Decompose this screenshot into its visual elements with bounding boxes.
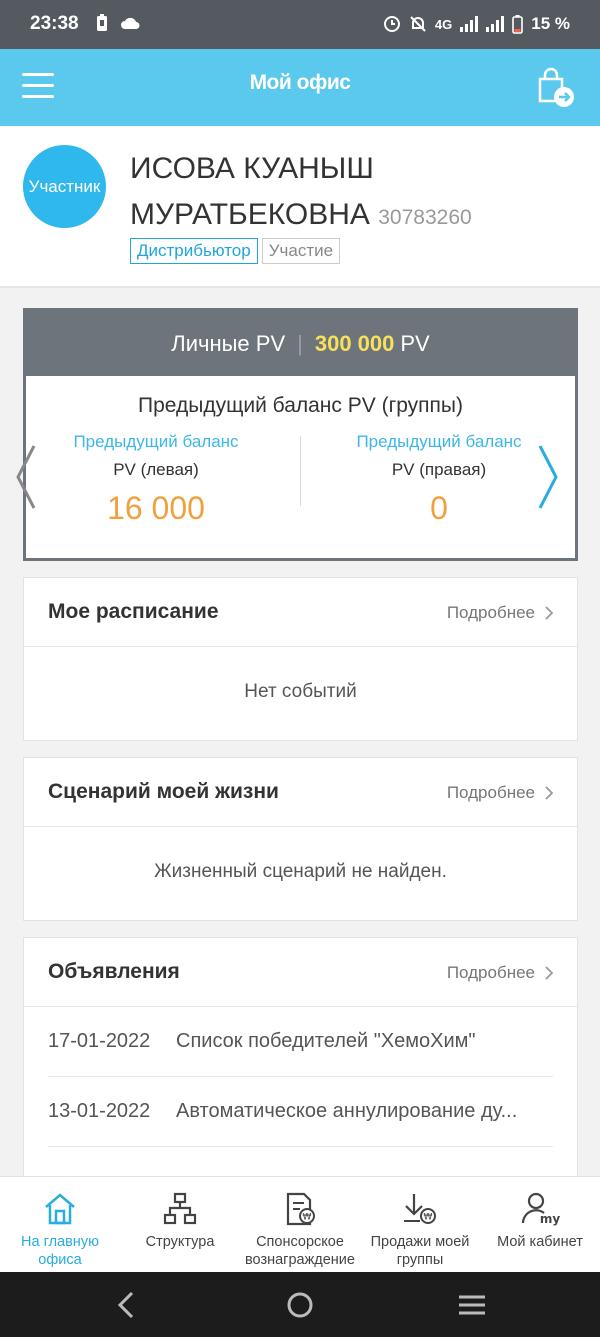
mute-bell-icon (409, 15, 427, 33)
chevron-right-icon (545, 966, 553, 980)
recent-apps-icon[interactable] (458, 1291, 486, 1324)
status-bar: 23:38 4G 15 % (0, 0, 600, 49)
structure-icon (163, 1192, 197, 1225)
schedule-more-link[interactable]: Подробнее (447, 603, 553, 623)
chevron-left-icon[interactable] (12, 440, 38, 519)
group-sales-icon: ₩ (404, 1194, 436, 1224)
page-title: Мой офис (249, 71, 351, 94)
pv-unit: PV (400, 330, 430, 356)
bottom-nav: На главную офиса Структура ₩ Спонсорское… (0, 1176, 600, 1272)
battery-icon (512, 14, 524, 34)
life-scenario-empty-text: Жизненный сценарий не найден. (154, 861, 447, 882)
divider: | (297, 330, 303, 356)
profile-name: ИСОВА КУАНЫШ МУРАТБЕКОВНА (130, 152, 374, 231)
personal-pv-label: Личные PV (171, 330, 286, 356)
chevron-right-icon (545, 786, 553, 800)
back-icon[interactable] (116, 1291, 136, 1324)
my-account-icon: my (521, 1192, 560, 1226)
schedule-title: Мое расписание (48, 600, 219, 623)
battery-saver-icon (96, 14, 108, 32)
nav-sponsor-reward-label: Спонсорское вознаграждение (245, 1234, 355, 1268)
status-badge: Участие (261, 238, 341, 264)
more-label: Подробнее (446, 783, 535, 802)
app-header: Мой офис (0, 49, 600, 126)
left-pv-sublabel: PV (левая) (113, 460, 199, 479)
pv-card: Личные PV | 300 000 PV Предыдущий баланс… (23, 308, 578, 561)
nav-my-account[interactable]: my Мой кабинет (480, 1177, 600, 1272)
status-time: 23:38 (30, 13, 79, 34)
home-circle-icon[interactable] (286, 1291, 314, 1324)
svg-text:my: my (540, 1212, 560, 1226)
svg-text:₩: ₩ (303, 1213, 312, 1223)
announcement-item[interactable]: 13-01-2022 Автоматическое аннулирование … (48, 1077, 553, 1147)
profile-name-block: ИСОВА КУАНЫШ МУРАТБЕКОВНА 30783260 (130, 146, 570, 241)
chevron-right-icon[interactable] (536, 440, 562, 519)
left-pv-value: 16 000 (107, 490, 205, 526)
schedule-header: Мое расписание Подробнее (24, 578, 577, 647)
left-pv-column: Предыдущий баланс PV (левая) 16 000 (26, 432, 286, 527)
nav-my-account-label: Мой кабинет (497, 1234, 583, 1250)
avatar-label: Участник (28, 176, 101, 196)
svg-text:₩: ₩ (424, 1213, 433, 1223)
announcement-date: 13-01-2022 (48, 1100, 151, 1122)
announcements-more-link[interactable]: Подробнее (447, 963, 553, 983)
sponsor-reward-icon: ₩ (286, 1192, 315, 1226)
personal-pv-header: Личные PV | 300 000 PV (26, 311, 575, 376)
schedule-empty-text: Нет событий (244, 681, 357, 702)
nav-group-sales[interactable]: ₩ Продажи моей группы (360, 1177, 480, 1272)
signal-icon-2 (486, 16, 505, 32)
announcement-title: Список победителей "ХемоХим" (176, 1030, 476, 1052)
group-pv-title: Предыдущий баланс PV (группы) (137, 394, 464, 417)
nav-home-label: На главную офиса (21, 1234, 99, 1268)
profile-badges: Дистрибьютор Участие (130, 238, 341, 264)
rank-badge: Дистрибьютор (130, 238, 258, 264)
member-id: 30783260 (378, 206, 472, 229)
left-pv-label: Предыдущий баланс (73, 432, 239, 451)
announcement-date: 17-01-2022 (48, 1030, 151, 1052)
alarm-icon (383, 15, 401, 33)
right-pv-label: Предыдущий баланс (356, 432, 522, 451)
chevron-right-icon (545, 606, 553, 620)
column-divider (300, 436, 301, 506)
cloud-icon (120, 16, 140, 30)
life-scenario-more-link[interactable]: Подробнее (447, 783, 553, 803)
nav-home[interactable]: На главную офиса (0, 1177, 120, 1272)
system-nav-bar (0, 1272, 600, 1337)
announcement-item[interactable]: 17-01-2022 Список победителей "ХемоХим" (48, 1007, 553, 1077)
avatar[interactable]: Участник (23, 145, 106, 228)
nav-structure[interactable]: Структура (120, 1177, 240, 1272)
signal-icon (460, 16, 479, 32)
right-pv-column: Предыдущий баланс PV (правая) 0 (309, 432, 569, 527)
announcements-header: Объявления Подробнее (24, 938, 577, 1007)
right-pv-sublabel: PV (правая) (391, 460, 487, 479)
life-scenario-header: Сценарий моей жизни Подробнее (24, 758, 577, 827)
announcements-section: Объявления Подробнее 17-01-2022 Список п… (23, 937, 578, 1197)
cart-exit-icon[interactable] (536, 67, 576, 114)
nav-group-sales-label: Продажи моей группы (370, 1234, 470, 1268)
personal-pv-value: 300 000 (314, 330, 395, 356)
home-icon (45, 1193, 75, 1225)
more-label: Подробнее (446, 603, 535, 622)
more-label: Подробнее (446, 963, 535, 982)
profile-card: Участник ИСОВА КУАНЫШ МУРАТБЕКОВНА 30783… (0, 126, 600, 288)
nav-structure-label: Структура (145, 1234, 215, 1250)
right-pv-value: 0 (430, 490, 448, 526)
announcement-title: Автоматическое аннулирование ду... (176, 1100, 518, 1122)
group-pv-columns: Предыдущий баланс PV (левая) 16 000 Пред… (26, 432, 575, 532)
network-type: 4G (434, 16, 453, 32)
schedule-section: Мое расписание Подробнее Нет событий (23, 577, 578, 741)
announcements-title: Объявления (48, 960, 180, 983)
life-scenario-section: Сценарий моей жизни Подробнее Жизненный … (23, 757, 578, 921)
battery-percent: 15 % (531, 14, 570, 33)
life-scenario-title: Сценарий моей жизни (48, 780, 279, 803)
nav-sponsor-reward[interactable]: ₩ Спонсорское вознаграждение (240, 1177, 360, 1272)
